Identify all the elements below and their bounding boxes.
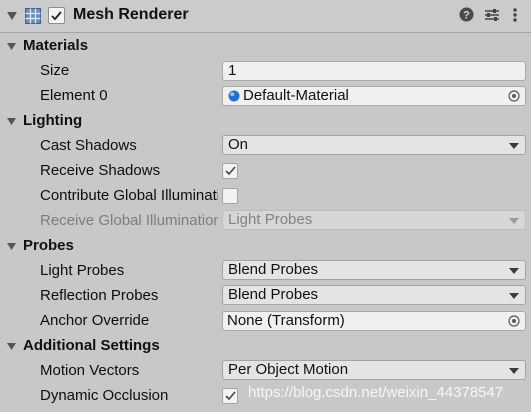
section-label-probes: Probes — [23, 237, 74, 254]
dynamic-occlusion-checkbox[interactable] — [222, 388, 238, 404]
foldout-expanded-icon[interactable] — [6, 41, 17, 52]
reflection-probes-label: Reflection Probes — [40, 287, 159, 304]
section-probes[interactable]: Probes — [0, 234, 531, 258]
receive-shadows-label: Receive Shadows — [40, 162, 161, 179]
size-label: Size — [40, 62, 70, 79]
size-input[interactable]: 1 — [222, 61, 526, 81]
component-header: Mesh Renderer ? — [0, 0, 531, 33]
checkmark-icon — [225, 391, 236, 401]
contribute-gi-label: Contribute Global Illumination — [40, 187, 218, 204]
presets-icon[interactable] — [484, 7, 500, 23]
anchor-override-value: None (Transform) — [227, 312, 345, 329]
light-probes-dropdown[interactable]: Blend Probes — [222, 260, 526, 280]
element0-label: Element 0 — [40, 87, 108, 104]
receive-gi-dropdown: Light Probes — [222, 210, 526, 230]
motion-vectors-dropdown[interactable]: Per Object Motion — [222, 360, 526, 380]
anchor-override-object-field[interactable]: None (Transform) — [222, 311, 526, 331]
dropdown-arrow-icon — [509, 268, 519, 274]
receive-gi-label: Receive Global Illumination — [40, 212, 218, 229]
reflection-probes-dropdown[interactable]: Blend Probes — [222, 285, 526, 305]
foldout-expanded-icon[interactable] — [6, 341, 17, 352]
anchor-override-label: Anchor Override — [40, 312, 150, 329]
contribute-gi-checkbox[interactable] — [222, 188, 238, 204]
section-label-lighting: Lighting — [23, 112, 83, 129]
material-icon — [228, 90, 240, 102]
component-title: Mesh Renderer — [73, 6, 189, 23]
checkmark-icon — [51, 10, 62, 20]
cast-shadows-label: Cast Shadows — [40, 137, 137, 154]
element0-object-field[interactable]: Default-Material — [222, 86, 526, 106]
dropdown-arrow-icon — [509, 293, 519, 299]
size-value: 1 — [228, 62, 237, 79]
motion-vectors-value: Per Object Motion — [228, 361, 349, 378]
section-additional-settings[interactable]: Additional Settings — [0, 334, 531, 358]
object-picker-icon[interactable] — [508, 315, 520, 327]
mesh-renderer-icon — [25, 8, 41, 24]
svg-text:?: ? — [463, 10, 470, 22]
foldout-expanded-icon[interactable] — [5, 9, 19, 23]
receive-gi-value: Light Probes — [228, 211, 313, 228]
element0-value: Default-Material — [243, 87, 349, 104]
dynamic-occlusion-label: Dynamic Occlusion — [40, 387, 169, 404]
dropdown-arrow-icon — [509, 218, 519, 224]
dropdown-arrow-icon — [509, 143, 519, 149]
reflection-probes-value: Blend Probes — [228, 286, 319, 303]
section-label-materials: Materials — [23, 37, 89, 54]
object-picker-icon[interactable] — [508, 90, 520, 102]
section-label-additional-settings: Additional Settings — [23, 337, 160, 354]
checkmark-icon — [225, 166, 236, 176]
light-probes-label: Light Probes — [40, 262, 125, 279]
cast-shadows-value: On — [228, 136, 249, 153]
context-menu-icon[interactable] — [509, 7, 521, 23]
watermark-url: https://blog.csdn.net/weixin_44378547 — [248, 384, 504, 401]
foldout-expanded-icon[interactable] — [6, 116, 17, 127]
section-lighting[interactable]: Lighting — [0, 109, 531, 133]
section-materials[interactable]: Materials — [0, 34, 531, 58]
dropdown-arrow-icon — [509, 368, 519, 374]
receive-shadows-checkbox[interactable] — [222, 163, 238, 179]
light-probes-value: Blend Probes — [228, 261, 319, 278]
motion-vectors-label: Motion Vectors — [40, 362, 140, 379]
help-icon[interactable]: ? — [459, 7, 474, 22]
foldout-expanded-icon[interactable] — [6, 241, 17, 252]
component-enabled-checkbox[interactable] — [48, 7, 65, 24]
cast-shadows-dropdown[interactable]: On — [222, 135, 526, 155]
